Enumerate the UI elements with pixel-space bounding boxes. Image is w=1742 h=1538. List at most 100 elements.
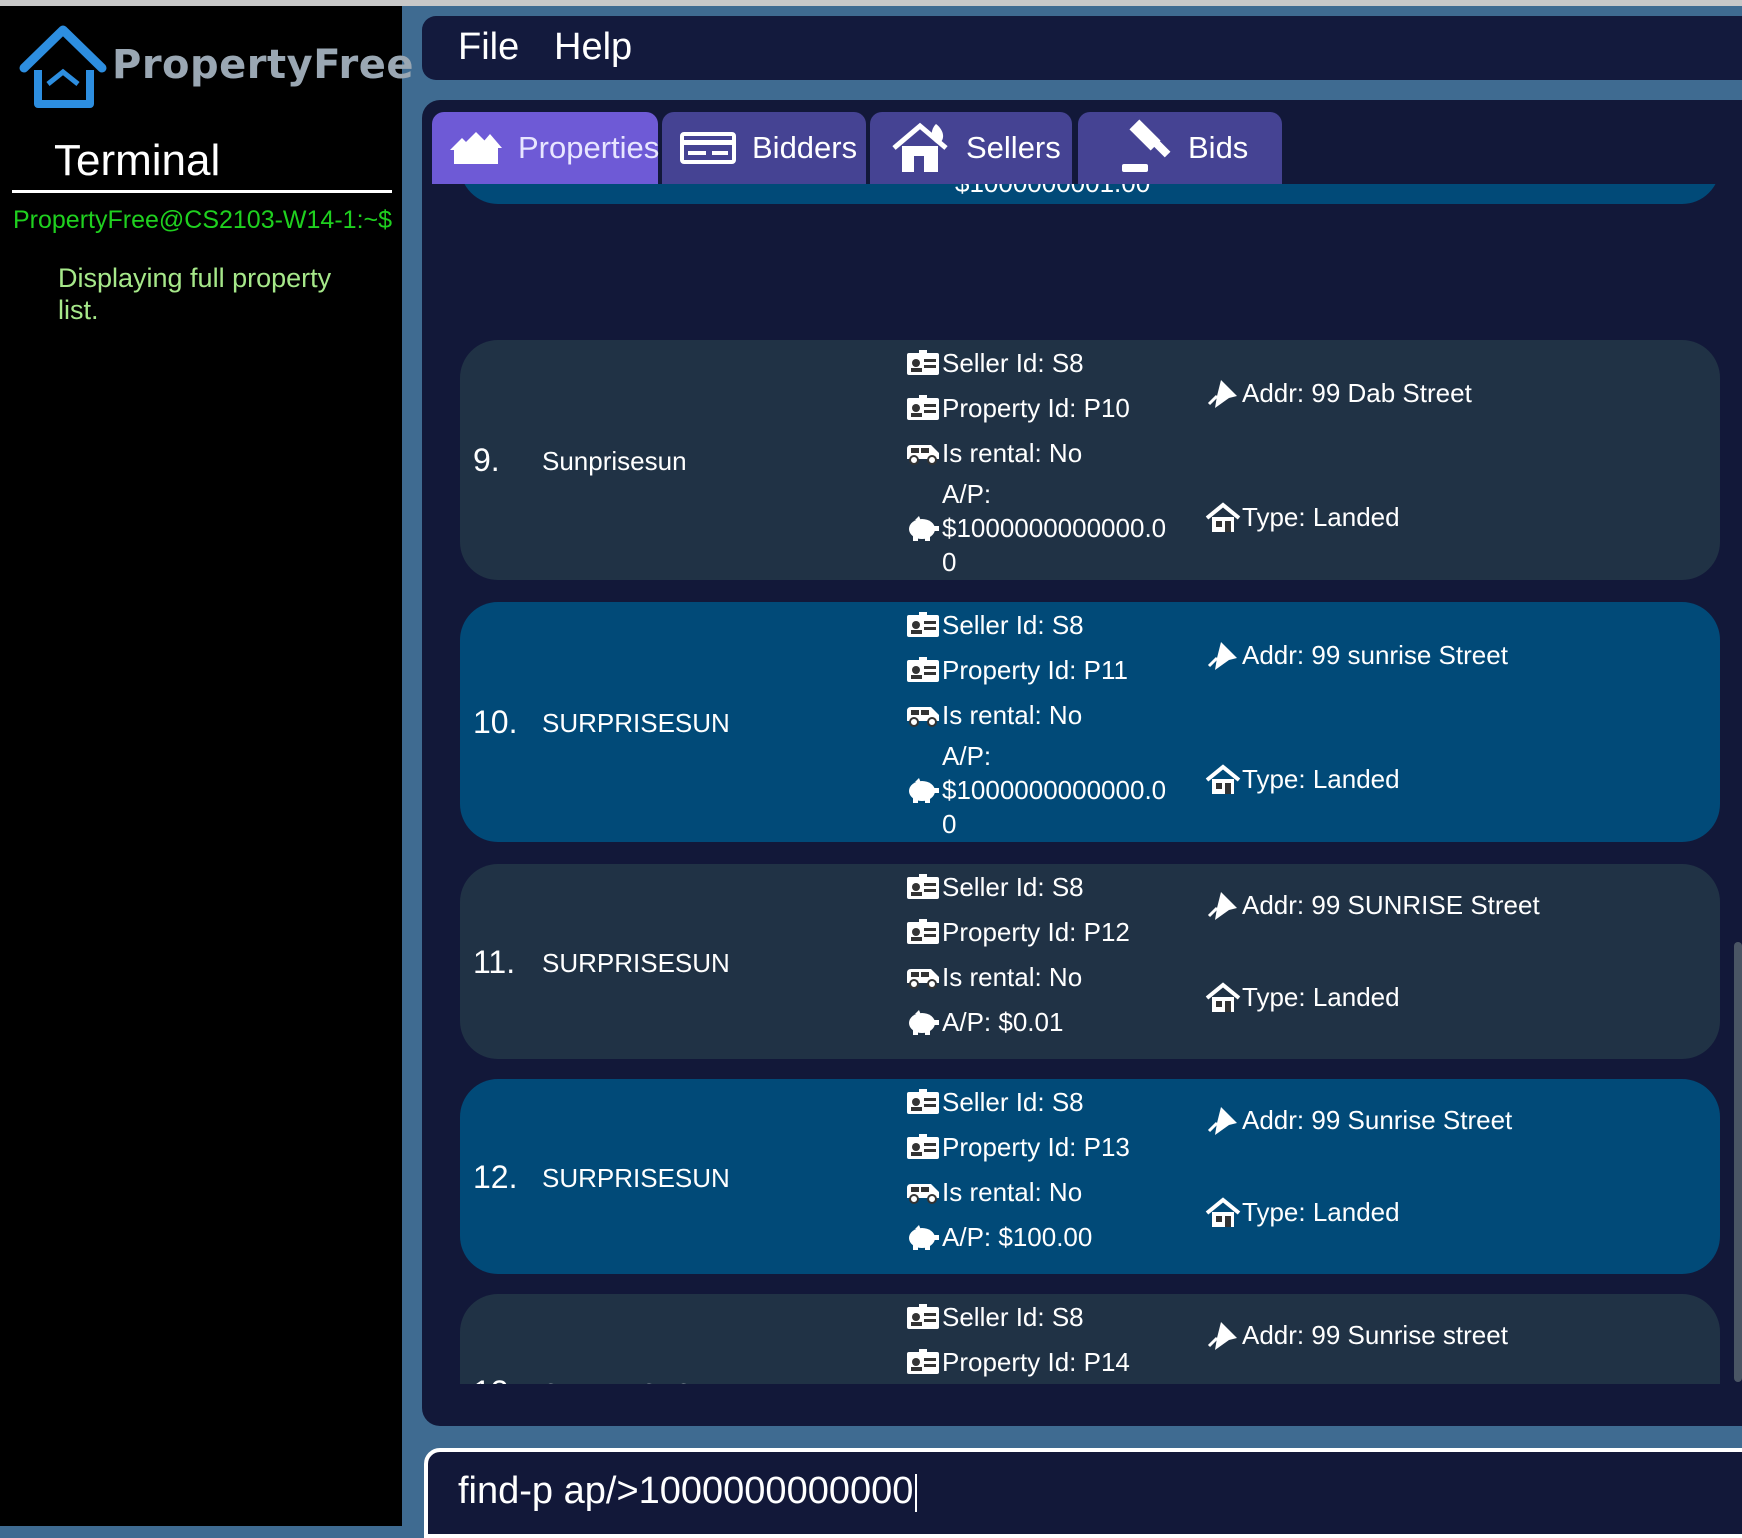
rental-icon	[905, 439, 941, 467]
seller-id: Seller Id: S8	[942, 348, 1084, 378]
is-rental: Is rental: No	[942, 438, 1083, 468]
seller-id-icon	[905, 1303, 941, 1331]
list-item[interactable]: $1000000001.00	[460, 184, 1720, 204]
seller-id-icon	[905, 611, 941, 639]
bids-icon	[1122, 119, 1171, 172]
scrollbar[interactable]	[1734, 942, 1742, 1382]
is-rental: Is rental: No	[942, 1177, 1083, 1207]
seller-id-icon	[905, 873, 941, 901]
address: Addr: 99 SUNRISE Street	[1242, 890, 1540, 920]
address: Addr: 99 Sunrise street	[1242, 1320, 1508, 1350]
app-name: PropertyFree	[112, 42, 414, 88]
property-card[interactable]: 11. SURPRISESUN Seller Id: S8 Property Id: …	[460, 864, 1720, 1059]
property-name: SURPRISESUN	[542, 1163, 730, 1193]
property-index: 11.	[473, 944, 516, 980]
property-id: Property Id: P11	[942, 655, 1128, 685]
result-message: Displaying full property list.	[58, 263, 332, 325]
is-rental: Is rental: No	[942, 962, 1083, 992]
property-id-icon	[905, 918, 941, 946]
property-id-icon	[905, 656, 941, 684]
property-type-icon	[1205, 982, 1241, 1012]
bidders-icon	[680, 132, 736, 164]
menu-help[interactable]: Help	[554, 26, 632, 69]
main-panel: Properties Bidders Sellers Bids $1000000…	[422, 100, 1742, 1426]
asking-price-icon	[905, 1223, 941, 1251]
divider	[12, 190, 392, 193]
address-icon	[1205, 1105, 1241, 1135]
property-name: Sunprisesun	[542, 446, 687, 476]
asking-price: $1000000000000.0	[942, 513, 1167, 543]
asking-price-cont: 0	[942, 809, 957, 839]
address: Addr: 99 sunrise Street	[1242, 640, 1508, 670]
sellers-icon	[892, 122, 948, 172]
property-list[interactable]: $1000000001.00 9. Sunprisesun Seller Id: S…	[460, 184, 1742, 1384]
property-type-icon	[1205, 764, 1241, 794]
command-value: find-p ap/>1000000000000	[458, 1470, 914, 1512]
tab-label: Bidders	[752, 130, 858, 165]
property-index: 9.	[473, 442, 500, 478]
property-index: 12.	[473, 1159, 518, 1195]
property-id-icon	[905, 1348, 941, 1376]
property-id: Property Id: P14	[942, 1347, 1130, 1377]
property-type: Type: Landed	[1242, 982, 1400, 1012]
terminal-title: Terminal	[54, 136, 221, 185]
property-id: Property Id: P12	[942, 917, 1130, 947]
tab-sellers[interactable]: Sellers	[870, 112, 1072, 184]
rental-icon	[905, 963, 941, 991]
property-id-icon	[905, 394, 941, 422]
asking-price: A/P: $100.00	[942, 1222, 1093, 1252]
asking-price-icon	[905, 514, 941, 542]
partial-text: $1000000001.00	[955, 184, 1150, 200]
command-input[interactable]: find-p ap/>1000000000000	[458, 1470, 918, 1513]
asking-price-label: A/P:	[942, 741, 992, 771]
property-type: Type: Landed	[1242, 502, 1400, 532]
text-caret	[915, 1473, 918, 1512]
asking-price-icon	[905, 776, 941, 804]
address-icon	[1205, 890, 1241, 920]
seller-id-icon	[905, 1088, 941, 1116]
asking-price: $1000000000000.0	[942, 775, 1167, 805]
rental-icon	[905, 1178, 941, 1206]
property-name: SURPRISESUN	[542, 948, 730, 978]
property-card[interactable]: 9. Sunprisesun Seller Id: S8 Property Id: P…	[460, 340, 1720, 580]
asking-price-cont: 0	[942, 547, 957, 577]
address-icon	[1205, 1320, 1241, 1350]
seller-id: Seller Id: S8	[942, 872, 1084, 902]
property-card[interactable]: 12. SURPRISESUN Seller Id: S8 Property Id: …	[460, 1079, 1720, 1274]
house-logo-icon	[19, 25, 107, 108]
tab-bids[interactable]: Bids	[1078, 112, 1282, 184]
property-type-icon	[1205, 502, 1241, 532]
rental-icon	[905, 701, 941, 729]
asking-price-icon	[905, 1008, 941, 1036]
terminal-prompt: PropertyFree@CS2103-W14-1:~$	[13, 206, 393, 234]
property-name: SURPRISESUN	[542, 1378, 730, 1384]
menu-file[interactable]: File	[458, 26, 519, 69]
asking-price: A/P: $0.01	[942, 1007, 1064, 1037]
address-icon	[1205, 378, 1241, 408]
is-rental: Is rental: No	[942, 700, 1083, 730]
tab-label: Properties	[518, 130, 660, 165]
property-type: Type: Landed	[1242, 1197, 1400, 1227]
property-index: 13.	[473, 1374, 517, 1384]
seller-id: Seller Id: S8	[942, 1087, 1084, 1117]
address: Addr: 99 Sunrise Street	[1242, 1105, 1513, 1135]
command-box[interactable]: find-p ap/>1000000000000	[424, 1448, 1742, 1538]
address: Addr: 99 Dab Street	[1242, 378, 1472, 408]
property-card[interactable]: 13. SURPRISESUN Seller Id: S8 Property Id: …	[460, 1294, 1720, 1384]
property-type: Type: Landed	[1242, 764, 1400, 794]
tab-properties[interactable]: Properties	[432, 112, 660, 184]
asking-price-label: A/P:	[942, 479, 992, 509]
sidebar: PropertyFree Terminal PropertyFree@CS210…	[0, 6, 413, 1526]
property-id: Property Id: P13	[942, 1132, 1130, 1162]
app-logo: PropertyFree	[18, 24, 413, 114]
property-card[interactable]: 10. SURPRISESUN Seller Id: S8 Property Id: …	[460, 602, 1720, 842]
seller-id-icon	[905, 349, 941, 377]
property-type-icon	[1205, 1197, 1241, 1227]
properties-icon	[450, 132, 502, 164]
property-name: SURPRISESUN	[542, 708, 730, 738]
seller-id: Seller Id: S8	[942, 1302, 1084, 1332]
tab-label: Sellers	[966, 130, 1061, 165]
address-icon	[1205, 640, 1241, 670]
property-id-icon	[905, 1133, 941, 1161]
tab-bidders[interactable]: Bidders	[662, 112, 866, 184]
